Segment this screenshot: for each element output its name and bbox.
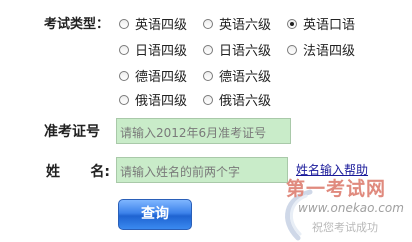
radio-french-4[interactable]: 法语四级 [287,40,355,59]
radio-label: 俄语四级 [135,94,188,109]
watermark-url: www.onekao.com [298,201,404,215]
radio-label: 日语四级 [135,44,188,59]
radio-english-cet4[interactable]: 英语四级 [119,14,187,33]
radio-japanese-4[interactable]: 日语四级 [119,40,187,59]
radio-german-6[interactable]: 德语六级 [203,66,271,85]
name-label-char-2: 名: [90,164,110,180]
watermark-swoosh-icon [285,189,313,241]
radio-label: 俄语六级 [219,94,272,109]
radio-button-icon[interactable] [119,94,129,105]
watermark: 第一考试网 www.onekao.com 祝您考试成功 [276,174,412,242]
watermark-slogan: 祝您考试成功 [312,221,378,234]
radio-label: 法语四级 [303,44,356,59]
radio-label: 德语六级 [219,70,272,85]
name-help-link[interactable]: 姓名输入帮助 [296,161,368,178]
ticket-number-label: 准考证号 [44,124,100,140]
radio-label: 德语四级 [135,70,188,85]
radio-russian-4[interactable]: 俄语四级 [119,90,187,109]
name-input[interactable]: 请输入姓名的前两个字 [116,157,288,183]
radio-label: 英语口语 [303,18,356,33]
exam-type-label: 考试类型： [44,17,110,32]
radio-russian-6[interactable]: 俄语六级 [203,90,271,109]
radio-button-icon[interactable] [203,94,213,105]
name-label-char-1: 姓 [46,164,60,180]
name-label: 姓 名: [46,161,110,181]
radio-label: 英语六级 [219,18,272,33]
radio-button-icon[interactable] [203,70,213,81]
radio-button-icon[interactable] [119,70,129,81]
radio-button-icon[interactable] [287,44,297,55]
radio-german-4[interactable]: 德语四级 [119,66,187,85]
radio-button-icon[interactable] [119,44,129,55]
ticket-number-input[interactable]: 请输入2012年6月准考证号 [116,118,291,144]
watermark-brand: 第一考试网 [286,178,387,200]
radio-japanese-6[interactable]: 日语六级 [203,40,271,59]
radio-english-cet6[interactable]: 英语六级 [203,14,271,33]
query-button[interactable]: 查询 [118,199,192,230]
radio-button-selected-icon[interactable] [287,18,297,29]
radio-english-oral[interactable]: 英语口语 [287,14,355,33]
radio-button-icon[interactable] [203,44,213,55]
radio-button-icon[interactable] [119,18,129,29]
radio-button-icon[interactable] [203,18,213,29]
radio-label: 日语六级 [219,44,272,59]
radio-label: 英语四级 [135,18,188,33]
